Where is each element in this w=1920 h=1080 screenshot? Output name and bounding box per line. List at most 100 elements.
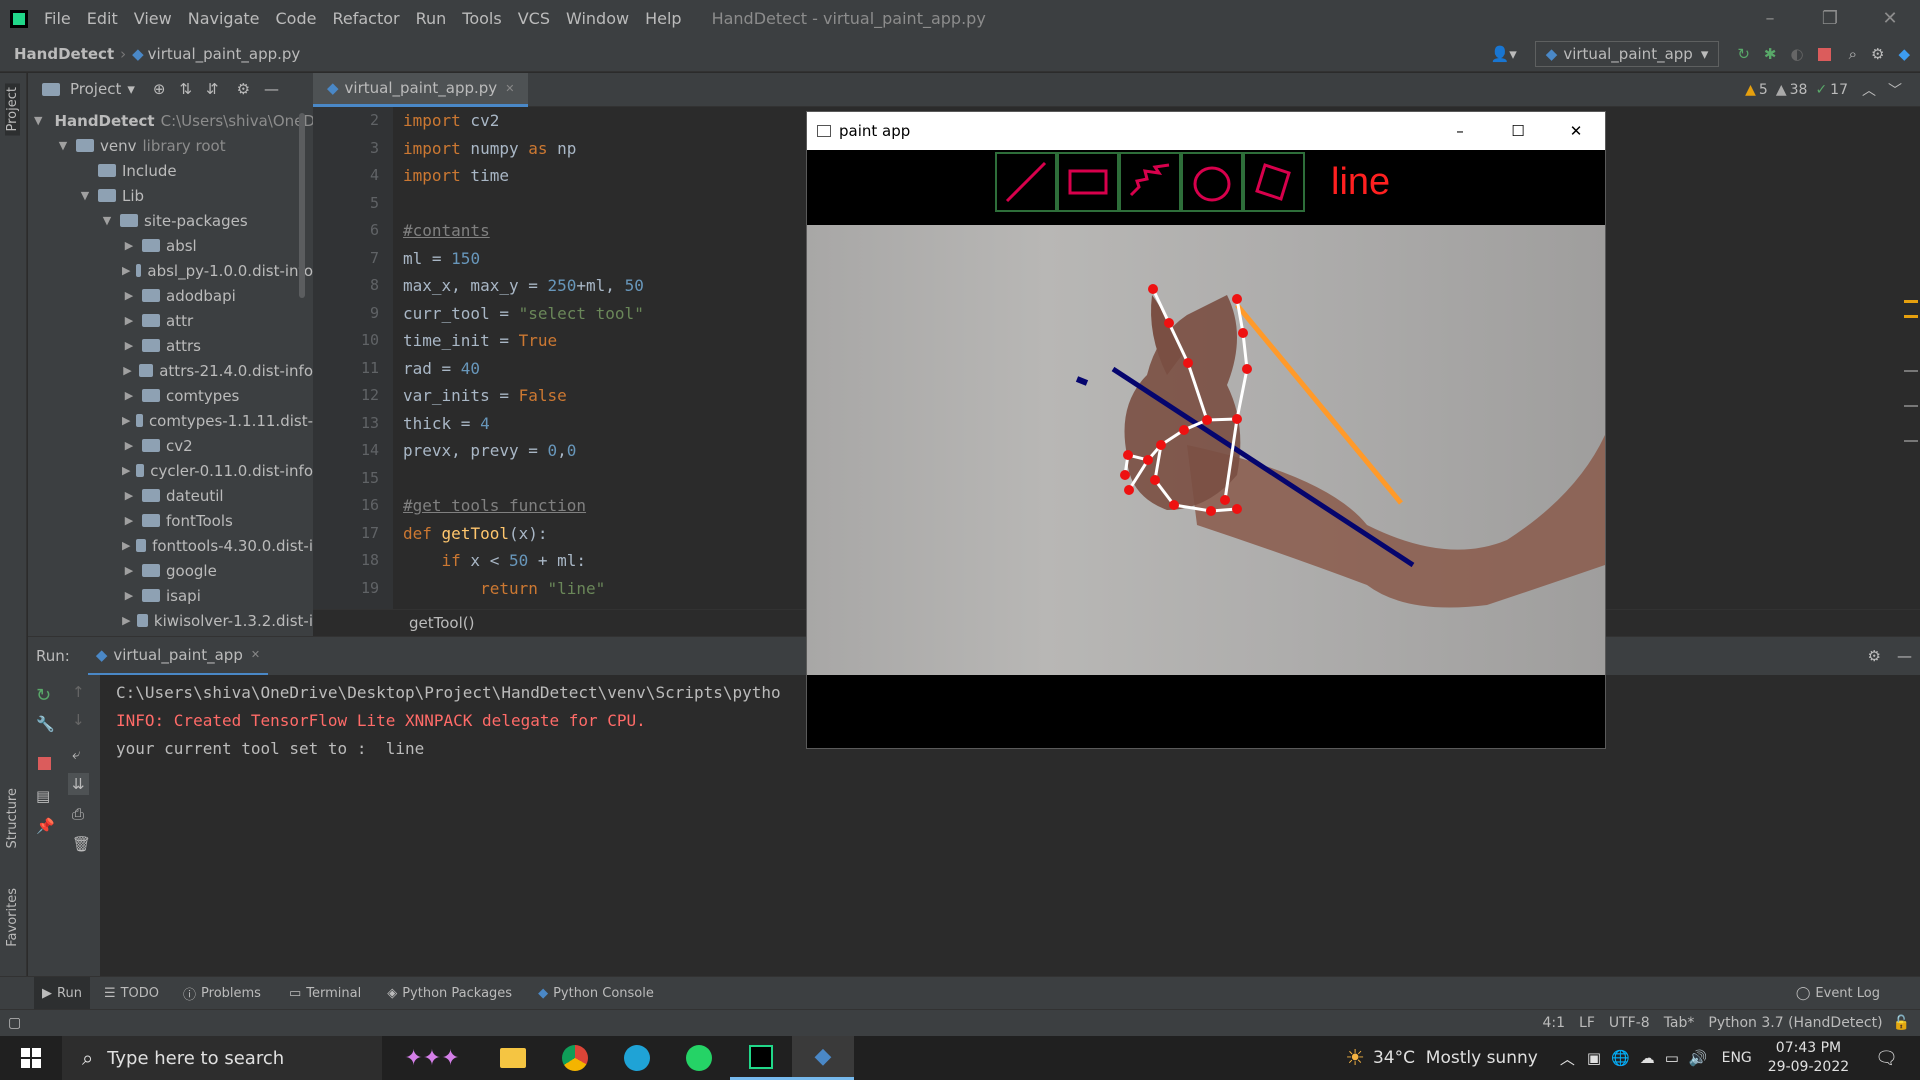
- caret-position[interactable]: 4:1: [1542, 1015, 1565, 1031]
- project-view-select[interactable]: Project: [70, 80, 121, 98]
- tree-item[interactable]: ▶ attr: [28, 308, 313, 333]
- chevron-up-icon[interactable]: ︿: [1560, 1048, 1575, 1069]
- chevron-right-icon[interactable]: ▶: [122, 289, 136, 302]
- weather-icon[interactable]: ☀: [1345, 1046, 1365, 1071]
- coverage-icon[interactable]: ◐: [1791, 45, 1804, 63]
- chevron-right-icon[interactable]: ▶: [122, 564, 136, 577]
- chevron-up-icon[interactable]: ︿: [1862, 80, 1876, 100]
- volume-icon[interactable]: 🔊: [1689, 1049, 1708, 1067]
- circle-tool[interactable]: [1181, 152, 1243, 212]
- battery-icon[interactable]: ▭: [1665, 1049, 1679, 1067]
- gear-icon[interactable]: ⚙: [1871, 45, 1884, 63]
- python-console-tool-tab[interactable]: ◆ Python Console: [538, 986, 654, 1001]
- tree-item[interactable]: ▼ site-packages: [28, 208, 313, 233]
- tree-item[interactable]: ▶ fontTools: [28, 508, 313, 533]
- breadcrumb-project[interactable]: HandDetect: [14, 45, 114, 63]
- locate-icon[interactable]: ⊕: [153, 80, 166, 98]
- tree-root[interactable]: ▼ HandDetect C:\Users\shiva\OneDr: [28, 108, 313, 133]
- chevron-right-icon[interactable]: ▶: [122, 339, 136, 352]
- chevron-right-icon[interactable]: ▶: [122, 539, 130, 552]
- paint-canvas[interactable]: line: [807, 150, 1605, 748]
- rerun-icon[interactable]: ↻: [1737, 45, 1750, 63]
- chevron-down-icon[interactable]: ▼: [100, 214, 114, 227]
- restore-icon[interactable]: ❐: [1800, 8, 1860, 29]
- tree-item[interactable]: ▶ kiwisolver-1.3.2.dist-i: [28, 608, 313, 633]
- minimize-icon[interactable]: –: [1431, 122, 1489, 140]
- menu-item-edit[interactable]: Edit: [87, 9, 118, 28]
- chevron-right-icon[interactable]: ▶: [122, 389, 136, 402]
- chevron-right-icon[interactable]: ▶: [122, 364, 133, 377]
- chevron-right-icon[interactable]: ▶: [122, 239, 136, 252]
- menu-item-vcs[interactable]: VCS: [518, 9, 550, 28]
- chevron-down-icon[interactable]: ▼: [78, 189, 92, 202]
- lock-icon[interactable]: 🔓: [1893, 1015, 1910, 1031]
- close-icon[interactable]: ✕: [1547, 122, 1605, 140]
- run-config-select[interactable]: ◆ virtual_paint_app ▾: [1534, 41, 1720, 67]
- chevron-right-icon[interactable]: ▶: [122, 264, 130, 277]
- collapse-all-icon[interactable]: ⇵: [206, 80, 219, 98]
- chevron-right-icon[interactable]: ▶: [122, 314, 136, 327]
- rerun-icon[interactable]: ↻: [36, 685, 51, 706]
- gear-icon[interactable]: ⚙: [237, 80, 250, 98]
- tree-item[interactable]: ▶ cv2: [28, 433, 313, 458]
- tree-item[interactable]: ▼ Lib: [28, 183, 313, 208]
- chevron-right-icon[interactable]: ▶: [122, 439, 136, 452]
- menu-item-code[interactable]: Code: [276, 9, 317, 28]
- search-highlight-icon[interactable]: ✦✦✦: [382, 1036, 482, 1080]
- tree-item[interactable]: Include: [28, 158, 313, 183]
- python-packages-tool-tab[interactable]: ◈ Python Packages: [387, 986, 512, 1001]
- chrome-icon[interactable]: [544, 1036, 606, 1080]
- event-log-tool-tab[interactable]: ◯ Event Log: [1796, 986, 1880, 1001]
- soft-wrap-icon[interactable]: ⤶: [72, 745, 80, 763]
- clock[interactable]: 07:43 PM 29-09-2022: [1768, 1039, 1849, 1077]
- tree-item[interactable]: ▶ attrs: [28, 333, 313, 358]
- line-tool[interactable]: [995, 152, 1057, 212]
- notification-icon[interactable]: 🗨: [1875, 1048, 1898, 1069]
- chevron-right-icon[interactable]: ▶: [122, 514, 136, 527]
- editor-tab[interactable]: ◆ virtual_paint_app.py ✕: [313, 72, 529, 107]
- pin-icon[interactable]: 📌: [36, 817, 55, 835]
- pycharm-taskbar-icon[interactable]: [730, 1036, 792, 1080]
- python-taskbar-icon[interactable]: ◆: [792, 1036, 854, 1080]
- chevron-down-icon[interactable]: ﹀: [1888, 80, 1902, 100]
- tree-item[interactable]: ▶ adodbapi: [28, 283, 313, 308]
- chevron-down-icon[interactable]: ▼: [34, 114, 42, 127]
- gear-icon[interactable]: ⚙: [1868, 647, 1881, 665]
- chevron-right-icon[interactable]: ▶: [122, 414, 130, 427]
- chevron-down-icon[interactable]: ▼: [56, 139, 70, 152]
- jetbrains-toolbox-icon[interactable]: ◆: [1898, 45, 1910, 63]
- tree-item[interactable]: ▶ absl_py-1.0.0.dist-info: [28, 258, 313, 283]
- minimize-icon[interactable]: –: [1740, 8, 1800, 29]
- user-icon[interactable]: 👤▾: [1491, 45, 1517, 63]
- tree-item[interactable]: ▶ fonttools-4.30.0.dist-i: [28, 533, 313, 558]
- weather-text[interactable]: 34°C Mostly sunny: [1373, 1048, 1538, 1068]
- scroll-to-end-icon[interactable]: ⇊: [68, 773, 89, 795]
- menu-item-refactor[interactable]: Refactor: [332, 9, 399, 28]
- terminal-tool-tab[interactable]: ▭ Terminal: [289, 986, 361, 1001]
- tree-item[interactable]: ▶ absl: [28, 233, 313, 258]
- network-icon[interactable]: ▣: [1587, 1049, 1601, 1067]
- tree-item[interactable]: ▼ venv library root: [28, 133, 313, 158]
- file-explorer-icon[interactable]: [482, 1036, 544, 1080]
- chevron-right-icon[interactable]: ▶: [122, 489, 136, 502]
- breadcrumb-function[interactable]: getTool(): [409, 614, 474, 632]
- trash-icon[interactable]: 🗑: [72, 835, 91, 853]
- arrow-down-icon[interactable]: ↓: [72, 711, 85, 729]
- stop-icon[interactable]: [38, 757, 51, 770]
- tree-item[interactable]: ▶ cycler-0.11.0.dist-info: [28, 458, 313, 483]
- chevron-right-icon[interactable]: ▶: [122, 614, 131, 627]
- menu-item-view[interactable]: View: [134, 9, 172, 28]
- menu-item-window[interactable]: Window: [566, 9, 629, 28]
- tree-item[interactable]: ▶ comtypes-1.1.11.dist-: [28, 408, 313, 433]
- search-icon[interactable]: ⌕: [1849, 45, 1857, 63]
- close-icon[interactable]: ✕: [1860, 8, 1920, 29]
- windows-start-icon[interactable]: [0, 1036, 62, 1080]
- run-tool-tab[interactable]: ▶ Run: [34, 977, 90, 1009]
- breadcrumb-file[interactable]: virtual_paint_app.py: [148, 45, 301, 63]
- arrow-up-icon[interactable]: ↑: [72, 683, 85, 701]
- layout-icon[interactable]: ▤: [36, 787, 50, 805]
- edge-icon[interactable]: [606, 1036, 668, 1080]
- chevron-right-icon[interactable]: ▶: [122, 464, 130, 477]
- tree-item[interactable]: ▶ google: [28, 558, 313, 583]
- inspection-widget[interactable]: ▲ 5 ▲ 38 ✓ 17 ︿ ﹀: [1745, 80, 1902, 100]
